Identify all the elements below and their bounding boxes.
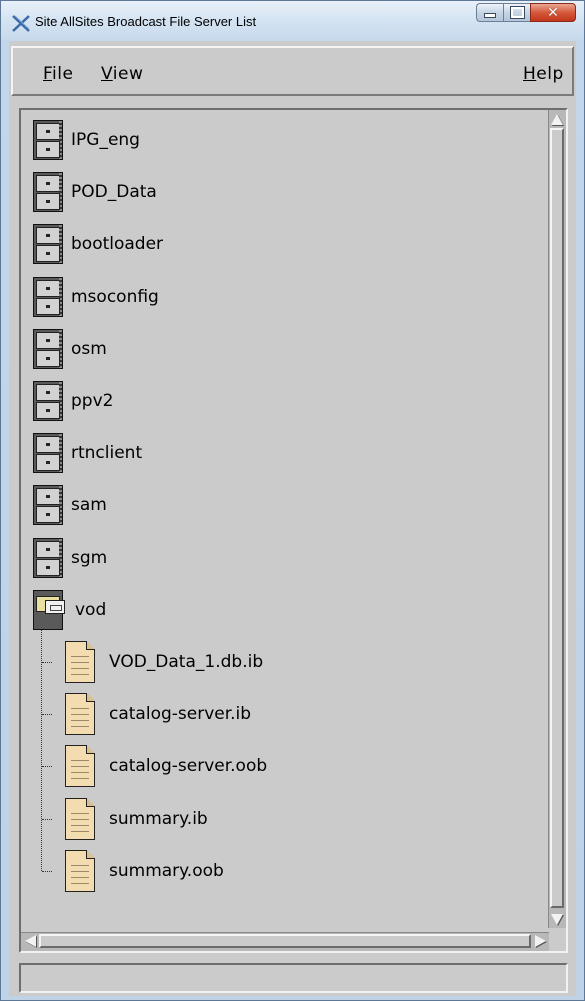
- menu-file[interactable]: File: [43, 64, 73, 84]
- server-tree: IPG_eng POD_Data bootloader msoconfig osm ppv…: [21, 110, 549, 910]
- horizontal-scroll-thumb[interactable]: [39, 934, 531, 948]
- vertical-scrollbar[interactable]: [548, 110, 566, 928]
- file-label: catalog-server.oob: [109, 756, 268, 777]
- document-icon: [65, 745, 95, 788]
- vertical-scroll-thumb[interactable]: [550, 128, 564, 908]
- server-item[interactable]: msoconfig: [33, 275, 159, 319]
- window-frame: Site AllSites Broadcast File Server List…: [0, 0, 585, 1001]
- menu-bar: File View Help: [11, 46, 574, 96]
- window-controls: ✕: [476, 3, 576, 25]
- file-label: summary.oob: [109, 860, 224, 881]
- server-label: ppv2: [71, 391, 114, 411]
- file-cabinet-icon: [33, 537, 63, 578]
- server-item[interactable]: osm: [33, 327, 107, 371]
- title-bar[interactable]: Site AllSites Broadcast File Server List…: [1, 1, 584, 41]
- server-label: vod: [75, 599, 107, 620]
- tree-connector: [41, 629, 42, 871]
- server-item[interactable]: vod: [33, 588, 106, 632]
- server-item[interactable]: ppv2: [33, 379, 113, 423]
- file-label: catalog-server.ib: [109, 704, 252, 725]
- close-icon: ✕: [547, 4, 559, 21]
- document-icon: [65, 693, 95, 736]
- window-title: Site AllSites Broadcast File Server List: [35, 14, 257, 29]
- server-label: bootloader: [71, 234, 164, 255]
- file-cabinet-icon: [33, 172, 63, 213]
- file-cabinet-icon: [33, 120, 63, 160]
- scroll-down-button[interactable]: [550, 911, 564, 927]
- tree-branch: [42, 818, 52, 820]
- scroll-left-button[interactable]: [22, 934, 38, 948]
- server-item[interactable]: bootloader: [33, 222, 163, 266]
- server-label: msoconfig: [71, 286, 159, 307]
- file-label: summary.ib: [109, 808, 208, 829]
- file-item[interactable]: catalog-server.oob: [65, 744, 267, 788]
- tree-branch: [42, 662, 52, 663]
- file-server-list[interactable]: IPG_eng POD_Data bootloader msoconfig osm ppv…: [19, 108, 568, 953]
- server-item[interactable]: sgm: [33, 536, 107, 580]
- scroll-right-button[interactable]: [532, 934, 548, 948]
- server-label: rtnclient: [71, 443, 143, 464]
- server-item[interactable]: POD_Data: [33, 170, 157, 214]
- down-arrow-icon: [551, 913, 563, 925]
- tree-branch: [42, 870, 52, 872]
- document-icon: [65, 641, 95, 683]
- file-cabinet-icon: [33, 433, 63, 474]
- server-label: sgm: [71, 547, 108, 568]
- minimize-icon: [484, 13, 496, 18]
- file-item[interactable]: summary.oob: [65, 849, 224, 893]
- maximize-button[interactable]: [503, 3, 530, 22]
- file-cabinet-icon: [33, 328, 63, 369]
- document-icon: [65, 797, 95, 840]
- minimize-button[interactable]: [476, 3, 503, 22]
- tree-branch: [42, 766, 52, 768]
- close-button[interactable]: ✕: [530, 3, 576, 22]
- scroll-up-button[interactable]: [550, 111, 564, 127]
- open-file-cabinet-icon: [33, 589, 67, 630]
- server-label: sam: [71, 495, 107, 516]
- file-item[interactable]: catalog-server.ib: [65, 692, 251, 736]
- file-item[interactable]: summary.ib: [65, 797, 208, 841]
- server-item[interactable]: IPG_eng: [33, 118, 140, 162]
- file-cabinet-icon: [33, 485, 63, 526]
- up-arrow-icon: [551, 113, 563, 125]
- menu-help[interactable]: Help: [523, 64, 564, 84]
- status-bar: [19, 963, 568, 993]
- document-icon: [65, 849, 95, 892]
- server-label: IPG_eng: [71, 130, 140, 150]
- left-arrow-icon: [24, 935, 36, 947]
- file-label: VOD_Data_1.db.ib: [109, 652, 264, 672]
- server-item[interactable]: sam: [33, 483, 107, 527]
- client-area: File View Help IPG_eng POD_Data bootloader…: [9, 41, 576, 996]
- right-arrow-icon: [534, 935, 546, 947]
- server-item[interactable]: rtnclient: [33, 431, 142, 475]
- file-cabinet-icon: [33, 381, 63, 421]
- server-label: osm: [71, 338, 107, 359]
- file-item[interactable]: VOD_Data_1.db.ib: [65, 640, 263, 684]
- file-cabinet-icon: [33, 276, 63, 317]
- horizontal-scrollbar[interactable]: [21, 932, 549, 951]
- maximize-icon: [509, 6, 525, 19]
- menu-view[interactable]: View: [101, 64, 143, 84]
- x-app-icon: [12, 15, 30, 32]
- server-label: POD_Data: [71, 182, 157, 203]
- tree-branch: [42, 714, 52, 716]
- file-cabinet-icon: [33, 224, 63, 265]
